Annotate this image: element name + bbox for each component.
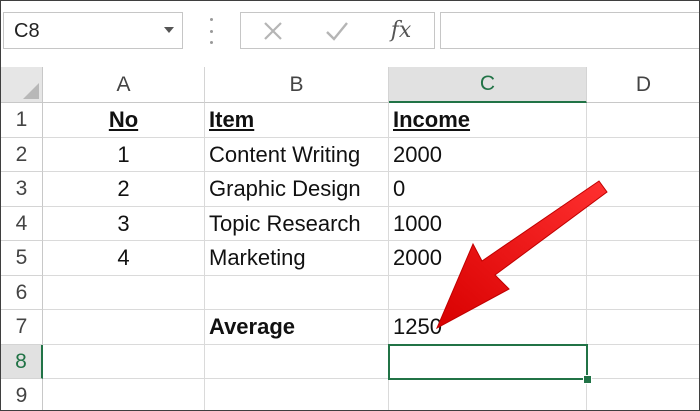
spreadsheet-window: C8 fx A B C D 1 2 3 4 5 6 7 8 9 No Item … xyxy=(0,0,700,411)
annotation-arrow-icon xyxy=(435,180,608,330)
